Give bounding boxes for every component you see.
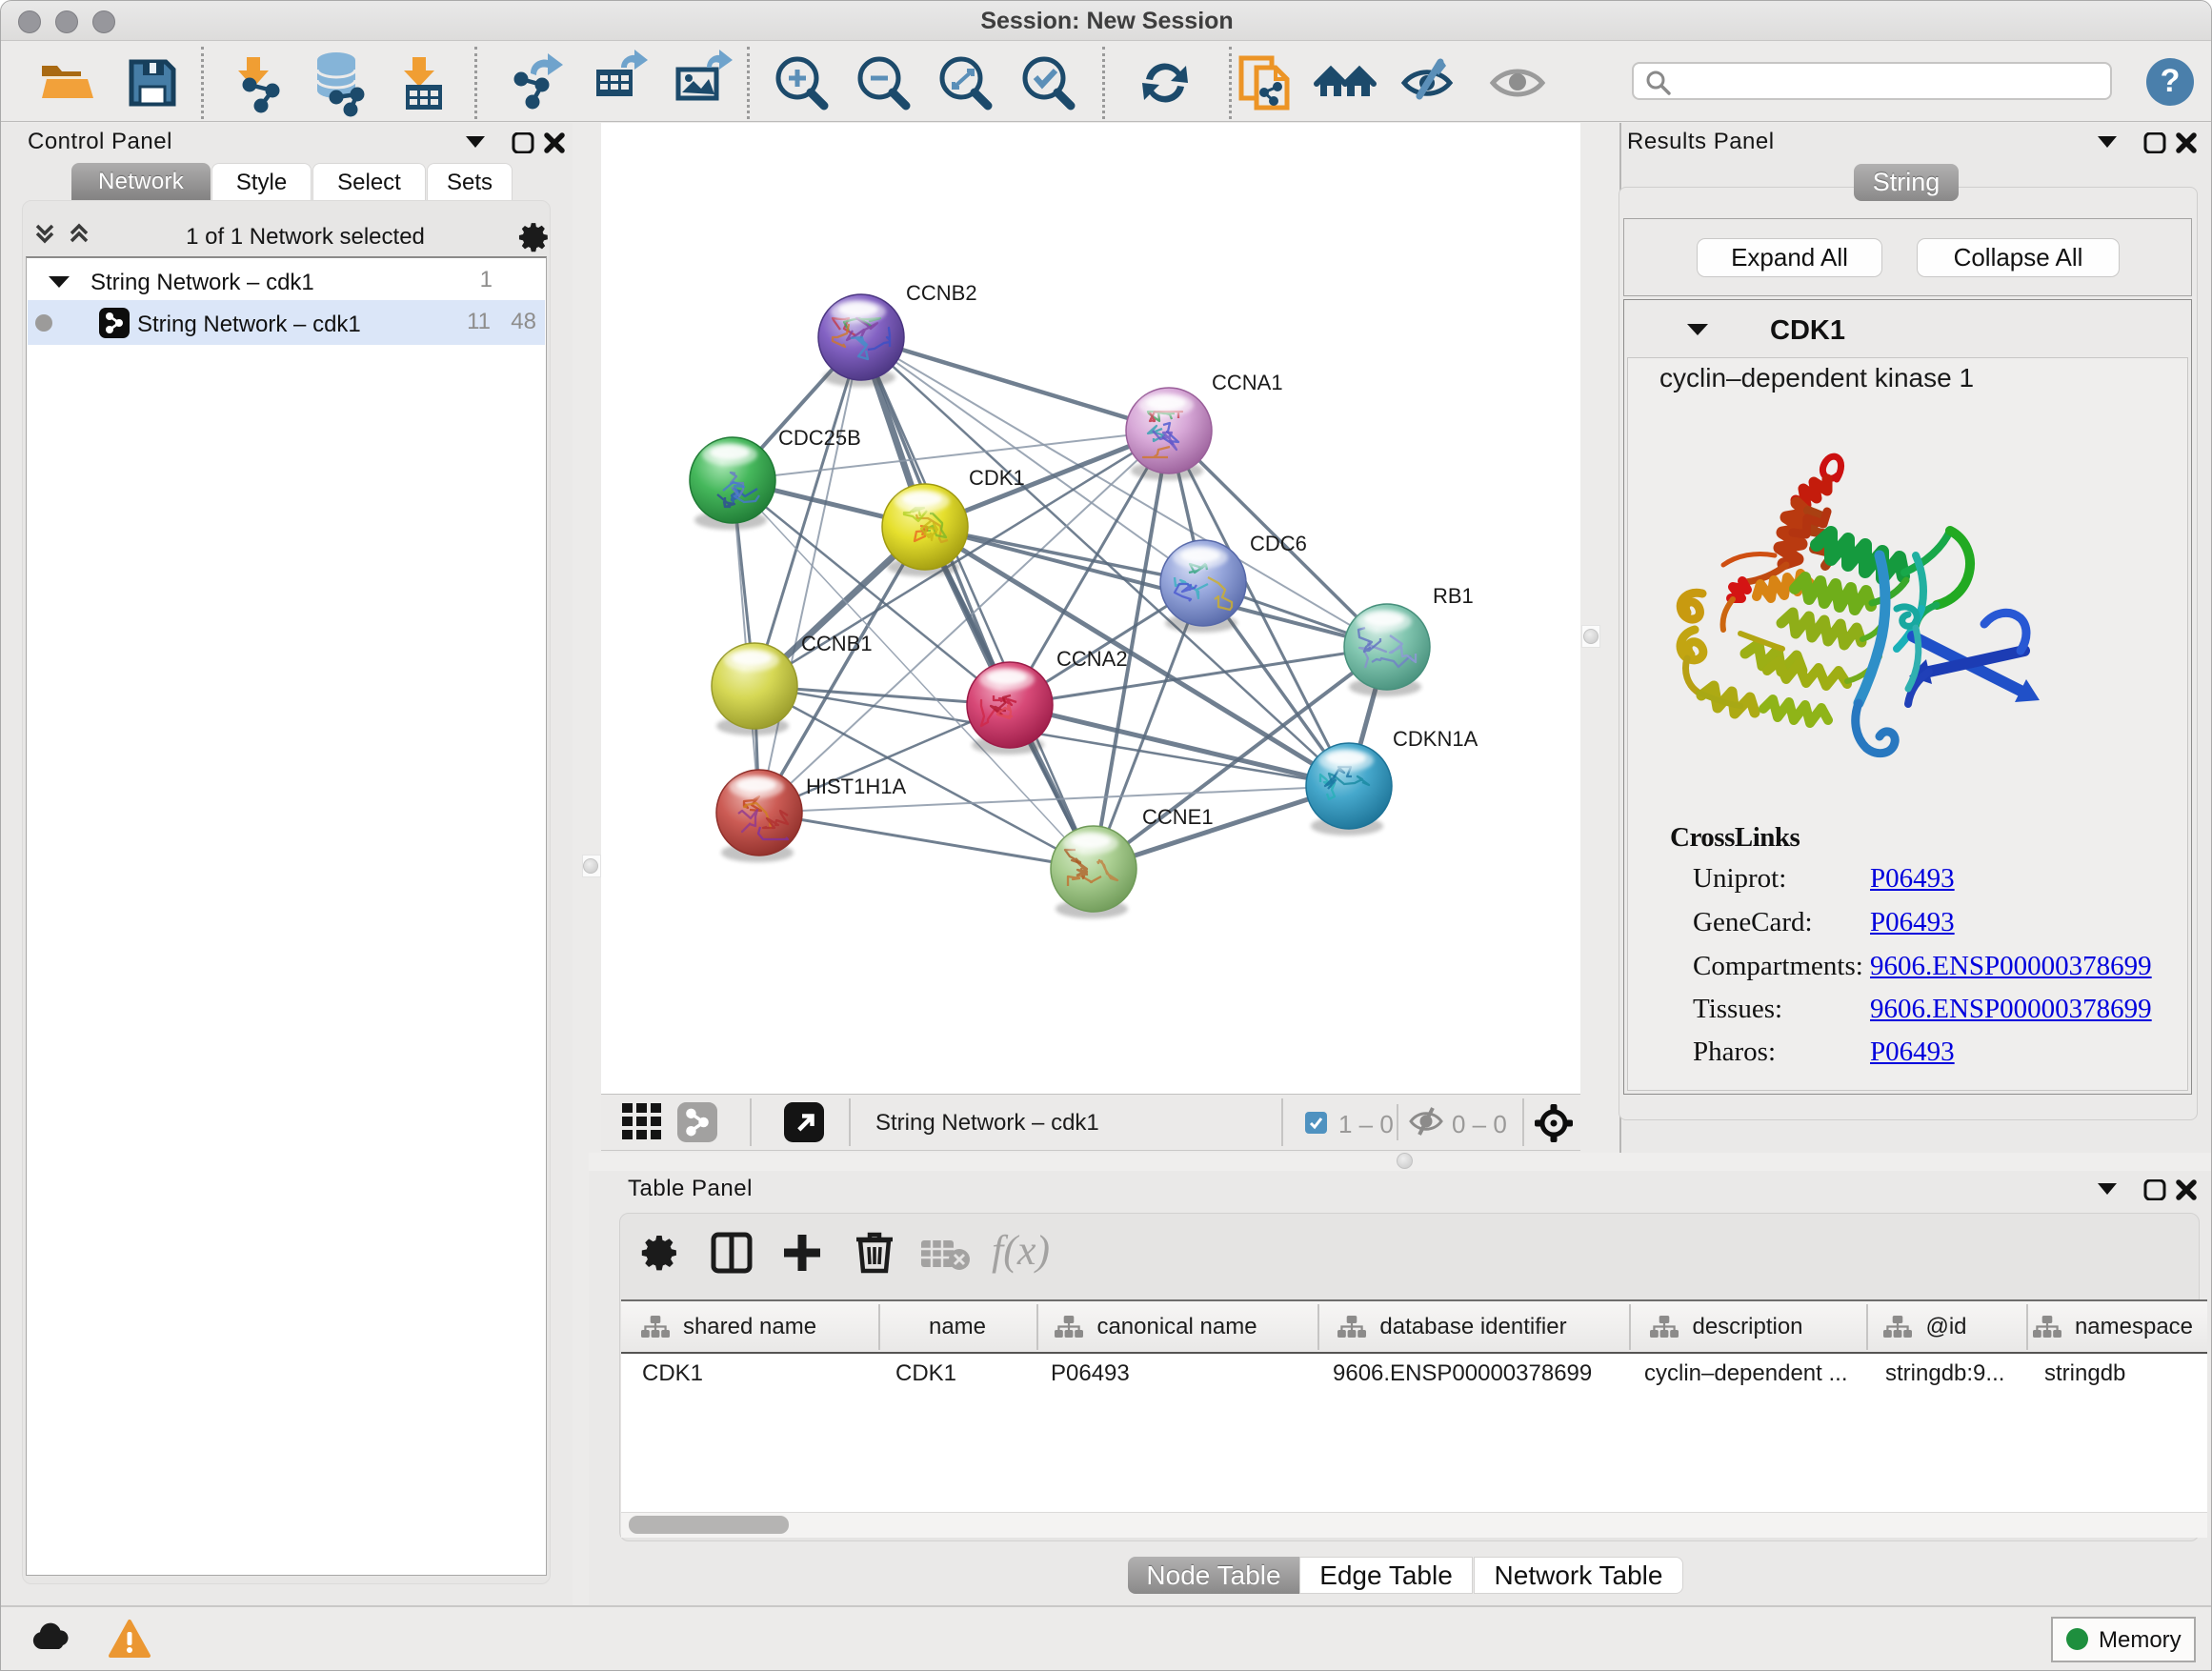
svg-text:CCNE1: CCNE1: [1142, 805, 1214, 829]
svg-text:CCNB1: CCNB1: [801, 632, 873, 655]
svg-text:CCNB2: CCNB2: [906, 281, 977, 305]
svg-text:RB1: RB1: [1433, 584, 1474, 608]
svg-text:CCNA2: CCNA2: [1056, 647, 1128, 671]
svg-text:HIST1H1A: HIST1H1A: [806, 775, 906, 798]
svg-text:CCNA1: CCNA1: [1212, 371, 1283, 394]
svg-text:CDC25B: CDC25B: [778, 426, 861, 450]
svg-text:CDKN1A: CDKN1A: [1393, 727, 1478, 751]
svg-text:CDC6: CDC6: [1250, 532, 1307, 555]
svg-text:CDK1: CDK1: [969, 466, 1025, 490]
